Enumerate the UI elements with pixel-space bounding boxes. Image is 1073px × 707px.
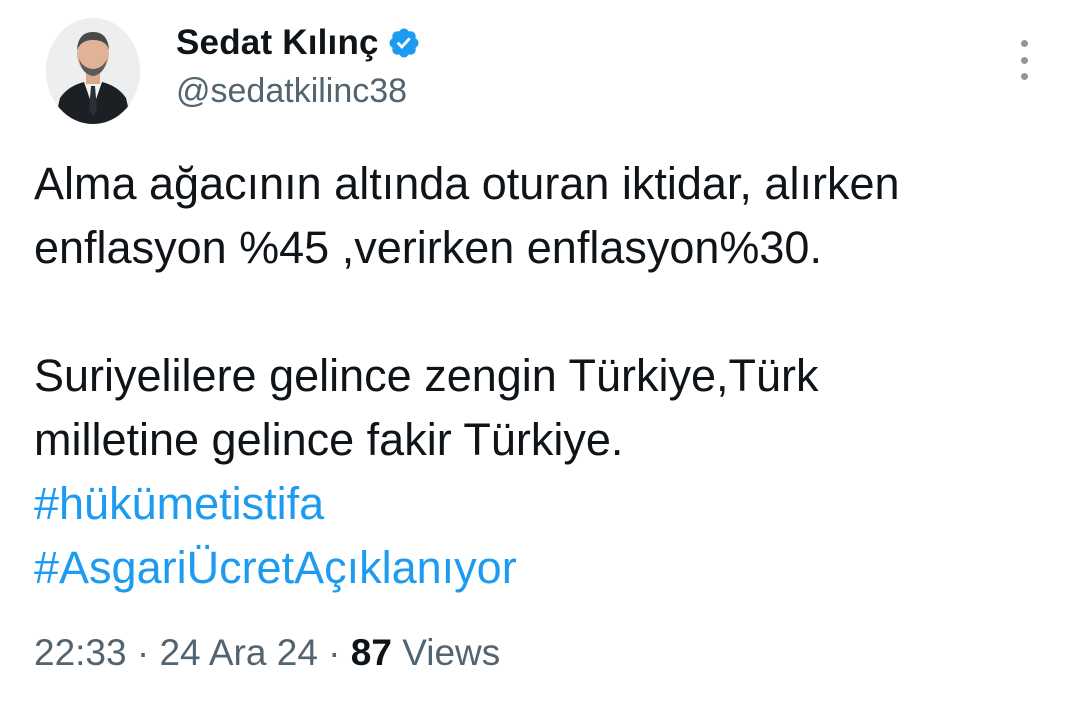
views-label: Views [391,632,501,673]
tweet-date[interactable]: 24 Ara 24 [159,632,317,673]
hashtag-link[interactable]: #hükümetistifa [34,472,1034,536]
tweet-text-line: Suriyelilere gelince zengin Türkiye,Türk [34,350,819,401]
tweet-time[interactable]: 22:33 [34,632,127,673]
verified-badge-icon [389,28,419,58]
tweet-text-line: Alma ağacının altında oturan iktidar, al… [34,158,900,209]
tweet-text-line: milletine gelince fakir Türkiye. [34,414,624,465]
avatar[interactable] [46,18,140,124]
tweet-text: Alma ağacının altında oturan iktidar, al… [34,152,1034,600]
avatar-photo [46,18,140,124]
paragraph-break [34,280,1034,344]
tweet-metadata: 22:33 · 24 Ara 24 · 87 Views [34,632,500,674]
more-dot-icon [1020,56,1028,64]
tweet-card: Sedat Kılınç @sedatkilinc38 Alma ağacını… [0,0,1073,707]
more-options-icon[interactable] [1013,40,1035,80]
meta-separator: · [136,632,160,673]
display-name[interactable]: Sedat Kılınç [176,23,379,63]
hashtag-link[interactable]: #AsgariÜcretAçıklanıyor [34,536,1034,600]
tweet-text-line: enflasyon %45 ,verirken enflasyon%30. [34,222,822,273]
meta-separator: · [328,632,351,673]
author-name-row[interactable]: Sedat Kılınç [176,22,421,64]
more-dot-icon [1020,73,1028,80]
views-count: 87 [350,632,392,673]
more-dot-icon [1020,40,1028,47]
author-handle[interactable]: @sedatkilinc38 [176,72,407,111]
